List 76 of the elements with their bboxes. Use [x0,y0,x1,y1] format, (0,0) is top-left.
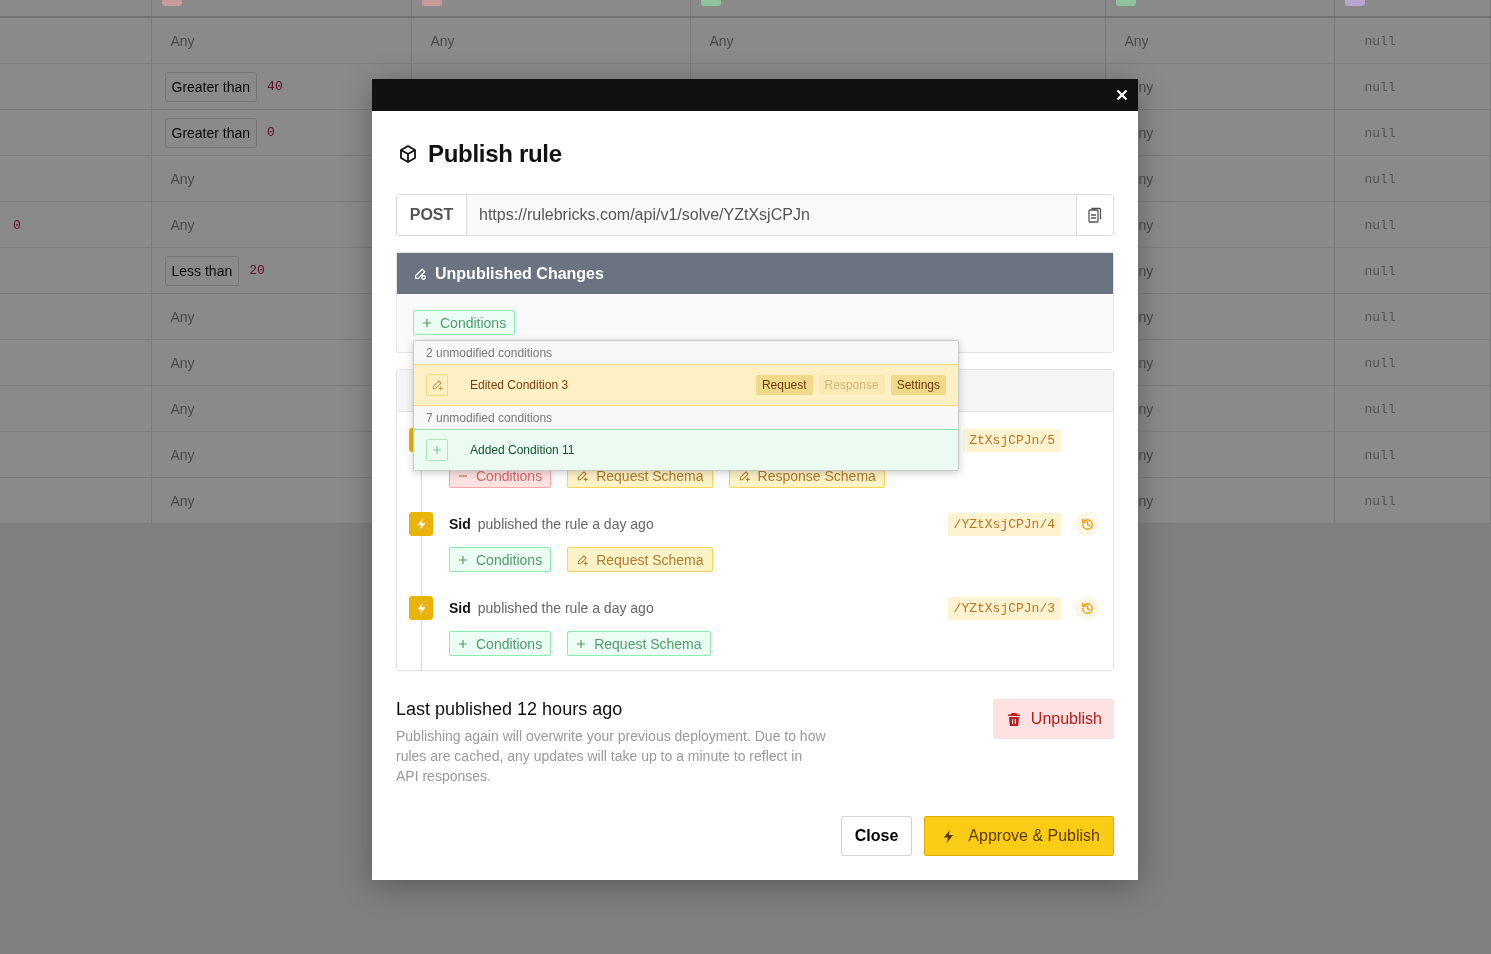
value-text: 0 [13,218,21,233]
table-cell-text: Any [169,216,195,233]
table-cell-text: Any [169,446,195,463]
version-tag[interactable]: /YZtXsjCPJn/3 [947,596,1061,620]
table-cell-text: Any [169,170,195,187]
actor-name: Sid [449,516,471,532]
plus-icon [576,638,587,649]
section-tag: Request [755,375,813,395]
condition-label: Edited Condition 3 [470,378,570,392]
activity-text: published the rule a day ago [477,516,655,532]
unpublish-button[interactable]: Unpublish [992,699,1114,739]
section-tag: Settings [890,375,946,395]
section-tag: Response [818,375,885,395]
table-cell-text: Any [708,32,734,49]
dialog-title: Publish rule [428,140,562,168]
table-cell-text: ny [1137,124,1154,141]
plus-icon [432,445,442,455]
table-cell-text: ny [1137,446,1154,463]
condition-item[interactable]: Added Condition 11 [414,429,958,470]
value-text: 20 [249,263,265,278]
condition-label: Added Condition 11 [470,443,576,457]
endpoint-url: https://rulebricks.com/api/v1/solve/YZtXsjCPJn [478,205,811,225]
table-cell-text: ny [1137,170,1154,187]
operator-select[interactable]: Greater than [164,71,258,102]
table-cell-text: ny [1137,216,1154,233]
value-text: 40 [267,79,283,94]
table-cell-text: Any [169,308,195,325]
table-cell-text: ny [1137,78,1154,95]
pencil-icon [431,379,443,391]
pencil-icon [737,469,750,482]
pencil-icon [413,266,427,281]
panel-title: Unpublished Changes [435,264,604,283]
version-tag[interactable]: ZtXsjCPJn/5 [963,428,1061,452]
http-method: POST [397,195,467,235]
table-cell-text: Any [169,354,195,371]
close-icon[interactable] [1116,89,1128,101]
plus-icon [458,554,468,565]
group-header: 7 unmodified conditions [414,406,958,429]
history-icon[interactable] [1075,512,1099,536]
operator-select[interactable]: Less than [164,255,240,286]
table-cell-text: Any [1123,32,1149,49]
pencil-icon [576,469,589,482]
pencil-icon [576,553,589,566]
approve-publish-button[interactable]: Approve & Publish [924,816,1114,856]
plus-icon [422,317,432,328]
table-cell-text: ny [1137,308,1154,325]
table-cell-text: Any [169,492,195,509]
table-cell-text: ny [1137,354,1154,371]
trash-icon [1006,711,1021,727]
copy-button[interactable] [1076,195,1113,235]
table-cell-text: Any [169,400,195,417]
activity-text: published the rule a day ago [477,600,655,616]
actor-name: Sid [449,600,471,616]
group-header: 2 unmodified conditions [414,341,958,364]
endpoint-field[interactable]: POST https://rulebricks.com/api/v1/solve/YZtXsjCPJn [396,194,1114,236]
table-cell-text: Any [169,32,195,49]
change-chip[interactable]: Request Schema [567,631,711,656]
plus-icon [458,638,468,649]
status-heading: Last published 12 hours ago [396,699,624,720]
operator-select[interactable]: Greater than [164,117,258,148]
change-chip[interactable]: Conditions [449,547,552,572]
version-tag[interactable]: /YZtXsjCPJn/4 [947,512,1061,536]
value-text: 0 [267,125,275,140]
table-cell-text: ny [1137,492,1154,509]
publish-note: Publishing again will overwrite your previous deployment. Due to how rules are cached, any updates will take up to a minute to reflect in API responses. [396,727,826,786]
condition-item[interactable]: Edited Condition 3 Request Response Settings [414,364,958,406]
change-chip[interactable]: Request Schema [567,547,713,572]
table-cell-text: ny [1137,400,1154,417]
change-chip[interactable]: Conditions [413,310,516,335]
close-button[interactable]: Close [840,816,913,856]
table-cell-text: ny [1137,262,1154,279]
cube-icon [398,144,418,164]
change-chip[interactable]: Conditions [449,631,552,656]
history-icon[interactable] [1075,596,1099,620]
table-cell-text: Any [429,32,455,49]
clipboard-icon [1086,206,1104,224]
